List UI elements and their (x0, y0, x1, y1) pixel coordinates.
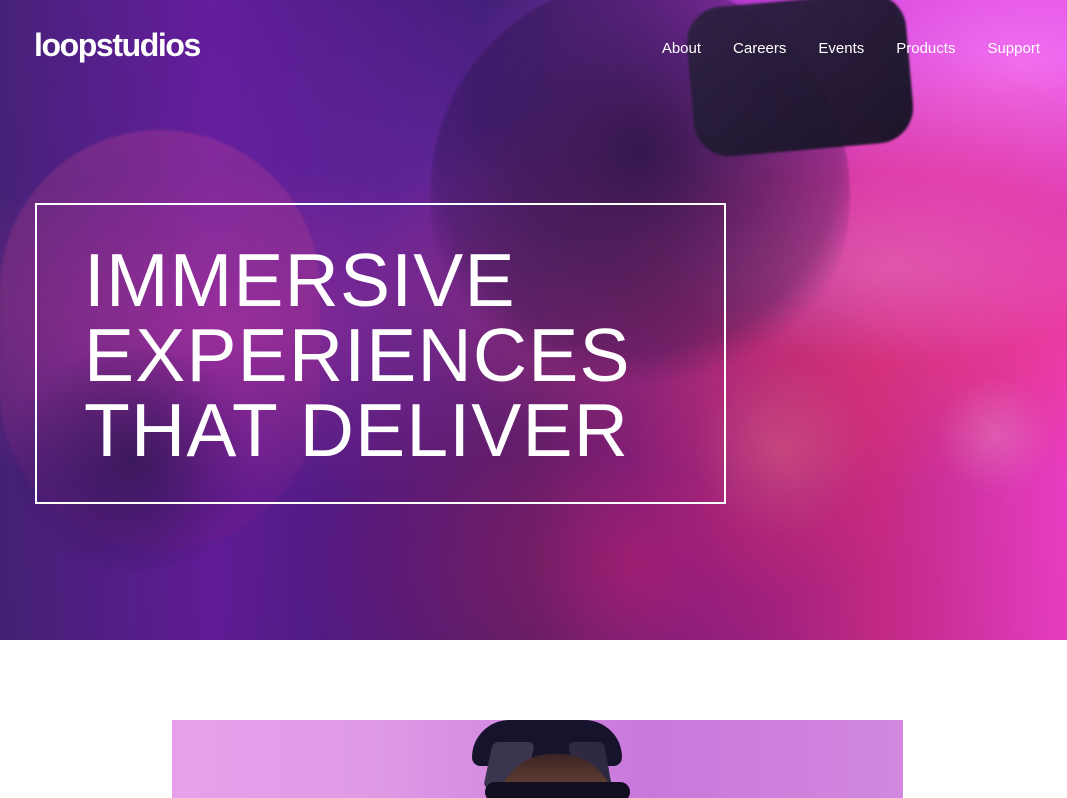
feature-image (172, 720, 903, 798)
feature-section (0, 640, 1067, 798)
nav-link-products[interactable]: Products (896, 39, 955, 59)
main-navigation: About Careers Events Products Support (662, 39, 1040, 59)
nav-link-support[interactable]: Support (987, 39, 1040, 59)
hero-headline-box: IMMERSIVE EXPERIENCES THAT DELIVER (35, 203, 726, 504)
hero-section: loopstudios About Careers Events Product… (0, 0, 1067, 640)
vr-headset-visor (485, 782, 630, 798)
hero-headline-line: THAT DELIVER (84, 388, 630, 472)
nav-link-about[interactable]: About (662, 39, 701, 59)
hero-headline-line: EXPERIENCES (84, 313, 631, 397)
nav-link-events[interactable]: Events (818, 39, 864, 59)
nav-link-careers[interactable]: Careers (733, 39, 786, 59)
site-logo[interactable]: loopstudios (34, 29, 201, 61)
hero-headline-line: IMMERSIVE (84, 238, 516, 322)
